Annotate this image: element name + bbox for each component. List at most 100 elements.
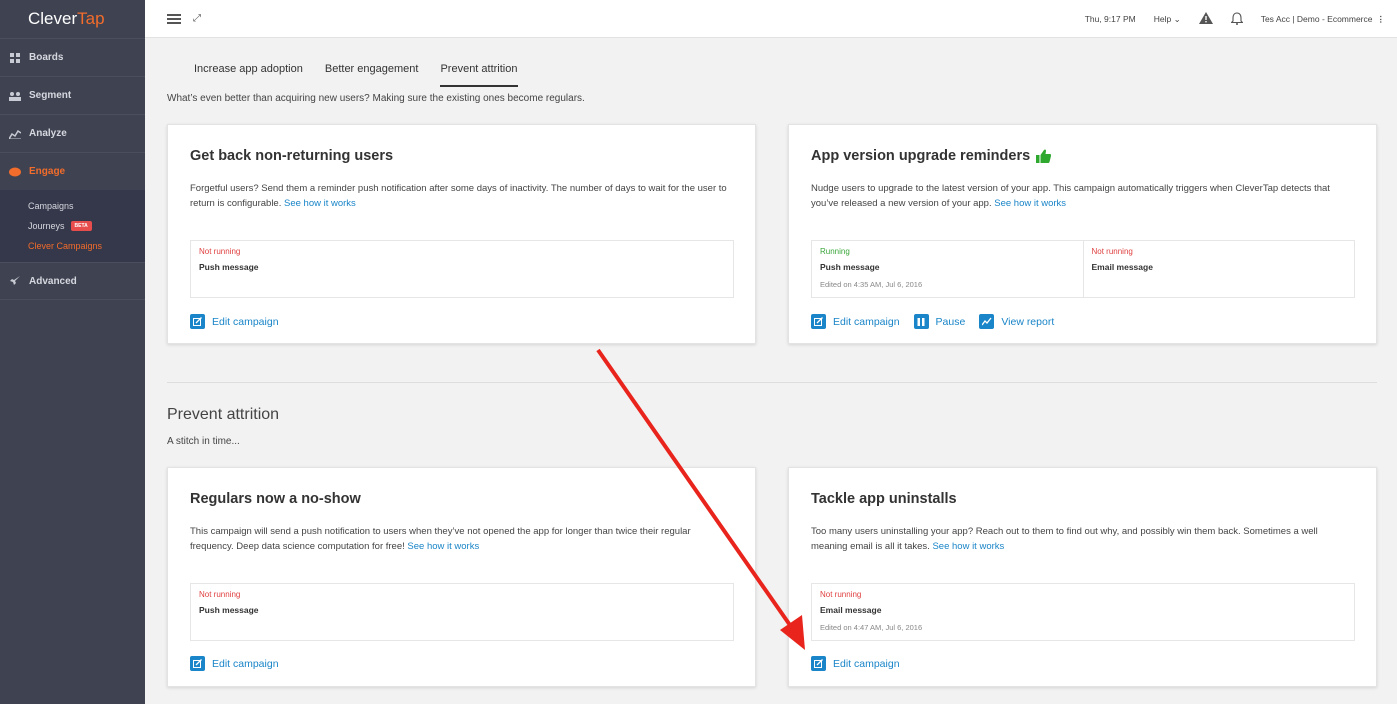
card-actions: Edit campaign [190, 656, 293, 671]
logo-text-right: Tap [77, 9, 105, 28]
section-divider [167, 382, 1377, 383]
sidebar-item-label: Boards [29, 52, 64, 63]
view-report-button[interactable]: View report [979, 314, 1054, 329]
section-intro: What’s even better than acquiring new us… [167, 93, 585, 104]
status-label: Not running [820, 590, 862, 599]
edited-timestamp: Edited on 4:47 AM, Jul 6, 2016 [820, 623, 923, 632]
status-box: Running Push message Edited on 4:35 AM, … [811, 240, 1355, 298]
sidebar-item-segment[interactable]: Segment [0, 76, 145, 114]
analyze-icon [9, 128, 21, 140]
campaign-card-regulars-no-show: Regulars now a no-show This campaign wil… [167, 467, 756, 687]
chart-icon [979, 314, 995, 329]
expand-icon[interactable]: ⤢ [193, 13, 201, 24]
top-bar-right: Thu, 9:17 PM Help ⌄ Tes Acc | Demo - Eco… [1067, 0, 1385, 38]
card-actions: Edit campaign Pause View report [811, 314, 1068, 329]
edit-campaign-button[interactable]: Edit campaign [190, 314, 279, 329]
status-label: Not running [199, 590, 241, 599]
edit-campaign-button[interactable]: Edit campaign [811, 656, 900, 671]
segment-icon [9, 90, 21, 102]
boards-icon [9, 52, 21, 64]
clevertap-logo[interactable]: Clever Tap [0, 0, 145, 38]
sidebar-item-advanced[interactable]: Advanced [0, 262, 145, 300]
status-box: Not running Email message Edited on 4:47… [811, 583, 1355, 641]
campaign-card-tackle-uninstalls: Tackle app uninstalls Too many users uni… [788, 467, 1377, 687]
card-title: App version upgrade reminders [811, 148, 1052, 164]
pause-button[interactable]: Pause [913, 314, 966, 329]
status-box: Not running Push message [190, 583, 734, 641]
tab-prevent-attrition[interactable]: Prevent attrition [440, 63, 518, 87]
edit-campaign-button[interactable]: Edit campaign [190, 656, 279, 671]
sidebar-item-label: Engage [29, 166, 66, 177]
logo-text-left: Clever [28, 9, 78, 28]
status-cell: Not running Push message [191, 584, 733, 640]
chevron-down-icon: ⌄ [1173, 13, 1181, 24]
action-label: Edit campaign [833, 657, 900, 670]
action-label: Edit campaign [212, 315, 279, 328]
see-how-it-works-link[interactable]: See how it works [932, 541, 1004, 552]
bell-icon[interactable] [1229, 11, 1244, 27]
description-text: Forgetful users? Send them a reminder pu… [190, 183, 727, 209]
edit-icon [190, 656, 205, 671]
action-label: View report [1001, 315, 1055, 328]
message-type: Email message [820, 605, 882, 615]
edit-icon [811, 656, 826, 671]
description-text: Nudge users to upgrade to the latest ver… [811, 183, 1330, 209]
description-text: Too many users uninstalling your app? Re… [811, 526, 1318, 552]
hamburger-menu-icon[interactable] [167, 12, 181, 26]
sidebar-item-label: Advanced [29, 275, 77, 287]
message-type: Email message [1091, 262, 1153, 272]
message-type: Push message [820, 262, 880, 272]
sidebar-item-label: Segment [29, 90, 72, 101]
message-type: Push message [199, 262, 259, 272]
thumbs-up-icon [1036, 149, 1052, 163]
action-label: Pause [935, 315, 966, 328]
see-how-it-works-link[interactable]: See how it works [407, 541, 479, 552]
see-how-it-works-link[interactable]: See how it works [994, 198, 1066, 209]
status-label: Not running [1091, 247, 1133, 256]
action-label: Edit campaign [833, 315, 900, 328]
edit-icon [811, 314, 826, 329]
tab-better-engagement[interactable]: Better engagement [325, 63, 419, 87]
section-title: Prevent attrition [167, 406, 280, 423]
card-actions: Edit campaign [811, 656, 914, 671]
message-type: Push message [199, 605, 259, 615]
status-cell: Not running Email message [1082, 241, 1355, 297]
help-menu[interactable]: Help ⌄ [1154, 14, 1181, 25]
beta-badge: BETA [70, 221, 92, 231]
subitem-label: Journeys [28, 221, 65, 231]
status-box: Not running Push message [190, 240, 734, 298]
status-label: Running [820, 247, 850, 256]
edit-campaign-button[interactable]: Edit campaign [811, 314, 900, 329]
card-actions: Edit campaign [190, 314, 293, 329]
campaign-card-non-returning: Get back non-returning users Forgetful u… [167, 124, 756, 344]
see-how-it-works-link[interactable]: See how it works [284, 198, 356, 209]
card-title: Get back non-returning users [190, 148, 394, 164]
help-label: Help [1153, 13, 1172, 24]
sidebar-item-engage[interactable]: Engage [0, 152, 145, 190]
subitem-label: Campaigns [28, 201, 74, 211]
top-bar: ⤢ Thu, 9:17 PM Help ⌄ Tes Acc | Demo - E… [145, 0, 1397, 38]
sidebar-item-analyze[interactable]: Analyze [0, 114, 145, 152]
rocket-icon [9, 275, 21, 287]
sidebar-item-boards[interactable]: Boards [0, 38, 145, 76]
card-title-text: App version upgrade reminders [811, 148, 1031, 164]
sidebar-item-label: Analyze [29, 128, 67, 139]
status-cell: Running Push message Edited on 4:35 AM, … [812, 241, 1083, 297]
subitem-label: Clever Campaigns [28, 241, 103, 251]
sidebar-subitem-journeys[interactable]: Journeys BETA [28, 216, 145, 236]
card-title: Regulars now a no-show [190, 491, 361, 507]
edited-timestamp: Edited on 4:35 AM, Jul 6, 2016 [820, 280, 923, 289]
account-name[interactable]: Tes Acc | Demo - Ecommerce [1261, 14, 1373, 24]
warning-icon[interactable] [1198, 12, 1213, 26]
clock-time: Thu, 9:17 PM [1084, 14, 1136, 24]
sidebar-subitem-clever-campaigns[interactable]: Clever Campaigns [28, 236, 145, 256]
status-cell: Not running Push message [191, 241, 733, 297]
card-description: Nudge users to upgrade to the latest ver… [811, 181, 1356, 211]
status-cell: Not running Email message Edited on 4:47… [812, 584, 1354, 640]
campaign-card-app-version-upgrade: App version upgrade reminders Nudge user… [788, 124, 1377, 344]
tab-increase-app-adoption[interactable]: Increase app adoption [194, 63, 303, 87]
sidebar: Clever Tap Boards Segment Analyze Engage … [0, 0, 145, 704]
engage-submenu: Campaigns Journeys BETA Clever Campaigns [0, 190, 145, 262]
sidebar-subitem-campaigns[interactable]: Campaigns [28, 196, 145, 216]
more-vertical-icon[interactable]: ⋮ [1377, 14, 1386, 25]
